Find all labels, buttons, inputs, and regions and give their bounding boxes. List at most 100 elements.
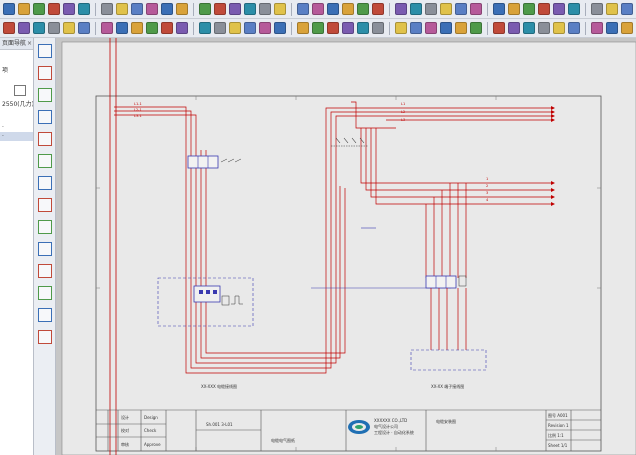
cut-icon[interactable] [33,22,45,34]
undo-icon[interactable] [244,22,256,34]
measure-tool-icon[interactable] [38,308,52,322]
undo-icon[interactable] [297,3,309,15]
zoom-in-icon[interactable] [161,3,173,15]
zoom-fit-icon[interactable] [440,3,452,15]
copy-icon[interactable] [591,3,603,15]
redo-icon[interactable] [18,22,30,34]
paste-icon[interactable] [116,3,128,15]
zoom-out-icon[interactable] [621,22,633,34]
zoom-out-icon[interactable] [131,22,143,34]
text-tool-icon[interactable] [38,154,52,168]
new-file-icon[interactable] [3,3,15,15]
undo-icon[interactable] [3,22,15,34]
zoom-out-icon[interactable] [176,3,188,15]
redo-icon[interactable] [508,22,520,34]
copy-icon[interactable] [342,3,354,15]
settings-icon[interactable] [176,22,188,34]
paste-icon[interactable] [63,22,75,34]
print-icon[interactable] [131,3,143,15]
print-icon[interactable] [372,3,384,15]
cut-icon[interactable] [568,3,580,15]
copy-icon[interactable] [538,22,550,34]
zoom-out-icon[interactable] [425,3,437,15]
delete-tool-icon[interactable] [38,330,52,344]
print-icon[interactable] [327,22,339,34]
refresh-icon[interactable] [455,3,467,15]
paste-icon[interactable] [357,3,369,15]
print-icon[interactable] [568,22,580,34]
settings-icon[interactable] [425,22,437,34]
cut-icon[interactable] [78,3,90,15]
redo-icon[interactable] [259,22,271,34]
tree-item-selected[interactable]: · [0,132,33,141]
zoom-in-icon[interactable] [116,22,128,34]
preview-icon[interactable] [146,3,158,15]
open-folder-icon[interactable] [259,3,271,15]
zoom-out-icon[interactable] [372,22,384,34]
settings-icon[interactable] [470,3,482,15]
copy-icon[interactable] [48,22,60,34]
save-icon[interactable] [229,22,241,34]
new-file-icon[interactable] [440,22,452,34]
zoom-in-icon[interactable] [357,22,369,34]
save-icon[interactable] [470,22,482,34]
copy-icon[interactable] [297,22,309,34]
refresh-icon[interactable] [410,22,422,34]
tree-item[interactable]: 项 [0,66,33,75]
new-file-icon[interactable] [244,3,256,15]
drawing-canvas[interactable]: L1-1 L2-1 L3-1 L1 L2 L3 1 2 3 4 XX-XXX 电… [56,38,636,455]
save-icon[interactable] [274,3,286,15]
tree-node-icon[interactable] [14,85,26,96]
copy-icon[interactable] [101,3,113,15]
paste-icon[interactable] [312,22,324,34]
paste-icon[interactable] [553,22,565,34]
save-icon[interactable] [523,3,535,15]
cut-icon[interactable] [523,22,535,34]
zoom-in-icon[interactable] [410,3,422,15]
print-icon[interactable] [78,22,90,34]
preview-icon[interactable] [101,22,113,34]
open-folder-icon[interactable] [214,22,226,34]
zoom-fit-icon[interactable] [199,3,211,15]
redo-icon[interactable] [553,3,565,15]
select-arrow-icon[interactable] [38,44,52,58]
redo-icon[interactable] [63,3,75,15]
zoom-in-icon[interactable] [606,22,618,34]
undo-icon[interactable] [493,22,505,34]
tree-item[interactable]: 2550(几力) [0,100,33,109]
arc-tool-icon[interactable] [38,132,52,146]
paste-icon[interactable] [606,3,618,15]
preview-icon[interactable] [591,22,603,34]
circle-tool-icon[interactable] [38,110,52,124]
preview-icon[interactable] [395,3,407,15]
zoom-fit-icon[interactable] [395,22,407,34]
right-caption: XX-XX 端子接线图 [431,383,464,389]
undo-icon[interactable] [48,3,60,15]
refresh-icon[interactable] [214,3,226,15]
cut-icon[interactable] [327,3,339,15]
print-icon[interactable] [621,3,633,15]
open-folder-icon[interactable] [18,3,30,15]
wire-tool-icon[interactable] [38,176,52,190]
bus-tool-icon[interactable] [38,242,52,256]
save-icon[interactable] [33,3,45,15]
rectangle-tool-icon[interactable] [38,88,52,102]
undo-icon[interactable] [538,3,550,15]
open-folder-icon[interactable] [455,22,467,34]
redo-icon[interactable] [312,3,324,15]
cut-icon[interactable] [274,22,286,34]
open-folder-icon[interactable] [508,3,520,15]
settings-icon[interactable] [229,3,241,15]
new-file-icon[interactable] [199,22,211,34]
zoom-fit-icon[interactable] [146,22,158,34]
new-file-icon[interactable] [493,3,505,15]
terminal-tool-icon[interactable] [38,220,52,234]
cable-tool-icon[interactable] [38,264,52,278]
close-icon[interactable]: × [27,38,32,49]
line-tool-icon[interactable] [38,66,52,80]
preview-icon[interactable] [342,22,354,34]
refresh-icon[interactable] [161,22,173,34]
tree-item[interactable]: · [0,123,33,132]
symbol-tool-icon[interactable] [38,198,52,212]
dimension-tool-icon[interactable] [38,286,52,300]
